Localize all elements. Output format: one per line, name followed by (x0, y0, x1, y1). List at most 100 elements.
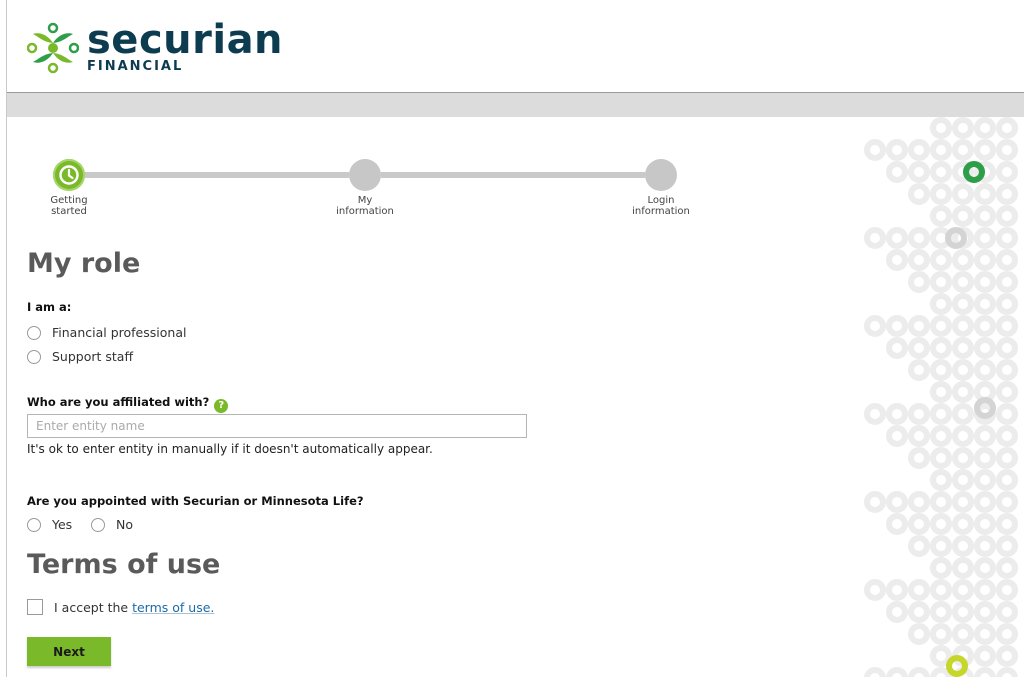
decorative-ring (952, 293, 974, 315)
decorative-ring (996, 117, 1018, 139)
help-icon[interactable]: ? (214, 399, 229, 413)
radio-label: Support staff (52, 349, 134, 364)
decorative-ring (908, 667, 930, 677)
decorative-ring (996, 601, 1018, 623)
decorative-ring (908, 425, 930, 447)
decorative-ring (886, 601, 908, 623)
decorative-ring (930, 293, 952, 315)
radio-button[interactable] (91, 517, 105, 532)
decorative-ring (930, 491, 952, 513)
radio-financial-professional[interactable]: Financial professional (27, 325, 186, 340)
decorative-ring (952, 425, 974, 447)
decorative-ring (952, 249, 974, 271)
decorative-ring (908, 227, 930, 249)
decorative-ring (908, 491, 930, 513)
decorative-ring (996, 623, 1018, 645)
decorative-ring (864, 403, 886, 425)
radio-no[interactable]: No (91, 517, 133, 532)
decorative-ring (974, 513, 996, 535)
next-button[interactable]: Next (27, 637, 111, 666)
decorative-ring (974, 293, 996, 315)
decorative-ring (930, 579, 952, 601)
appointed-question-label: Are you appointed with Securian or Minne… (27, 494, 364, 508)
decorative-ring (974, 183, 996, 205)
decorative-ring (908, 359, 930, 381)
decorative-ring (952, 601, 974, 623)
radio-support-staff[interactable]: Support staff (27, 349, 133, 364)
decorative-ring (952, 579, 974, 601)
decorative-ring (952, 403, 974, 425)
radio-label: Yes (52, 517, 73, 532)
entity-name-input[interactable] (27, 414, 527, 438)
decorative-ring (952, 359, 974, 381)
decorative-ring (930, 403, 952, 425)
decorative-ring (996, 425, 1018, 447)
decorative-ring (864, 315, 886, 337)
decorative-ring (864, 579, 886, 601)
decorative-ring (952, 491, 974, 513)
decorative-ring (974, 271, 996, 293)
decorative-ring (996, 293, 1018, 315)
decorative-ring (908, 623, 930, 645)
decorative-ring (930, 183, 952, 205)
decorative-ring (864, 227, 886, 249)
terms-of-use-link[interactable]: terms of use. (132, 600, 214, 615)
radio-button[interactable] (27, 325, 41, 340)
decorative-ring (974, 117, 996, 139)
step-label-login-information: Login information (632, 195, 690, 217)
decorative-ring (908, 447, 930, 469)
step-login-information (645, 159, 677, 191)
decorative-ring (908, 139, 930, 161)
decorative-ring (952, 447, 974, 469)
accept-terms-checkbox[interactable] (27, 599, 43, 615)
decorative-ring (930, 645, 952, 667)
decorative-ring (930, 249, 952, 271)
decorative-ring (864, 139, 886, 161)
decorative-ring (996, 227, 1018, 249)
decorative-ring (864, 667, 886, 677)
decorative-ring (974, 425, 996, 447)
decorative-ring (930, 205, 952, 227)
radio-button[interactable] (27, 517, 41, 532)
decorative-ring (886, 491, 908, 513)
decorative-ring (930, 623, 952, 645)
decorative-dots-svg (864, 117, 1018, 677)
decorative-ring (952, 513, 974, 535)
decorative-ring (996, 359, 1018, 381)
decorative-ring (908, 183, 930, 205)
decorative-ring (908, 271, 930, 293)
decorative-ring (996, 403, 1018, 425)
decorative-ring (930, 381, 952, 403)
decorative-ring (974, 139, 996, 161)
decorative-ring (952, 381, 974, 403)
decorative-ring (886, 579, 908, 601)
clock-icon (59, 165, 79, 185)
radio-label: No (116, 517, 133, 532)
progress-stepper: Getting started My information Login inf… (50, 155, 703, 225)
decorative-ring (974, 469, 996, 491)
decorative-ring (930, 667, 952, 677)
decorative-ring (996, 491, 1018, 513)
decorative-ring (886, 161, 908, 183)
decorative-accent-ring (946, 655, 968, 677)
decorative-ring (952, 469, 974, 491)
decorative-ring (886, 315, 908, 337)
decorative-ring (908, 535, 930, 557)
decorative-ring (930, 601, 952, 623)
decorative-ring (930, 315, 952, 337)
radio-button[interactable] (27, 349, 41, 364)
accept-terms-checkbox-row[interactable]: I accept the terms of use. (27, 599, 214, 615)
decorative-ring (886, 227, 908, 249)
terms-of-use-heading: Terms of use (27, 549, 221, 580)
decorative-ring (996, 513, 1018, 535)
decorative-ring (886, 667, 908, 677)
radio-yes[interactable]: Yes (27, 517, 72, 532)
decorative-ring (930, 535, 952, 557)
progress-track-1 (85, 172, 349, 178)
decorative-ring (996, 667, 1018, 677)
decorative-ring (952, 535, 974, 557)
decorative-ring (996, 183, 1018, 205)
decorative-ring (996, 535, 1018, 557)
decorative-ring (952, 271, 974, 293)
decorative-ring (908, 161, 930, 183)
